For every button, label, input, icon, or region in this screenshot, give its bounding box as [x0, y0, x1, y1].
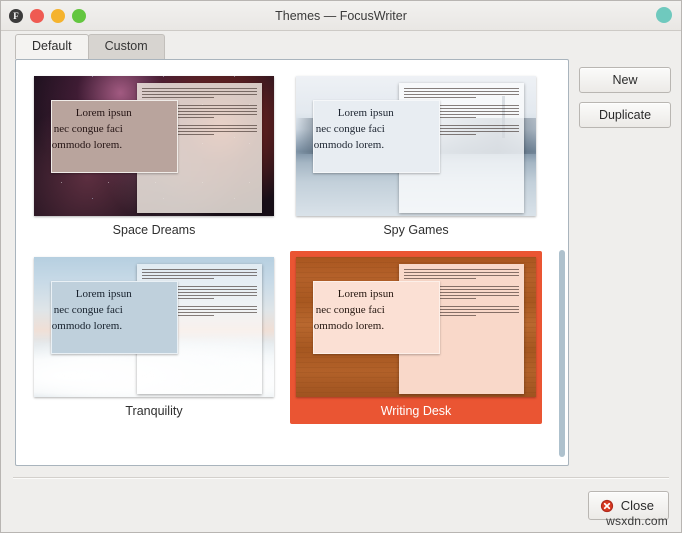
maximize-window-icon[interactable]	[72, 8, 86, 23]
theme-thumbnail: Lorem ipsun nec congue faci ommodo lorem…	[34, 257, 274, 397]
theme-actions: New Duplicate	[579, 59, 671, 466]
theme-list-scrollbar[interactable]	[559, 250, 565, 457]
minimize-window-icon[interactable]	[51, 8, 65, 23]
theme-name-label: Writing Desk	[380, 404, 452, 418]
themes-dialog-window: F Themes — FocusWriter Default Custom Lo…	[0, 0, 682, 533]
duplicate-theme-button[interactable]: Duplicate	[579, 102, 671, 128]
theme-name-label: Space Dreams	[112, 223, 196, 237]
dialog-footer: Close wsxdn.com	[1, 466, 681, 532]
theme-thumbnail: Lorem ipsun nec congue faci ommodo lorem…	[296, 257, 536, 397]
watermark: wsxdn.com	[606, 514, 668, 528]
tab-bar: Default Custom	[1, 31, 681, 59]
theme-sample-text: Lorem ipsun nec congue faci ommodo lorem…	[50, 99, 178, 173]
theme-sample-text: Lorem ipsun nec congue faci ommodo lorem…	[312, 99, 440, 173]
theme-name-label: Spy Games	[383, 223, 449, 237]
theme-item-tranquility[interactable]: Lorem ipsun nec congue faci ommodo lorem…	[28, 251, 280, 424]
theme-item-spy-games[interactable]: Lorem ipsun nec congue faci ommodo lorem…	[290, 70, 542, 243]
close-window-icon[interactable]	[30, 8, 44, 23]
tab-custom[interactable]: Custom	[87, 34, 165, 59]
tab-default[interactable]: Default	[15, 34, 89, 59]
theme-name-label: Tranquility	[125, 404, 183, 418]
theme-item-writing-desk[interactable]: Lorem ipsun nec congue faci ommodo lorem…	[290, 251, 542, 424]
close-button-label: Close	[620, 498, 654, 513]
theme-item-space-dreams[interactable]: Lorem ipsun nec congue faci ommodo lorem…	[28, 70, 280, 243]
close-icon	[600, 499, 613, 512]
window-title: Themes — FocusWriter	[275, 8, 407, 23]
scrollbar-thumb[interactable]	[559, 250, 565, 457]
theme-list-panel[interactable]: Lorem ipsun nec congue faci ommodo lorem…	[15, 59, 569, 466]
dialog-body: Lorem ipsun nec congue faci ommodo lorem…	[1, 59, 681, 466]
app-logo-icon: F	[9, 8, 23, 23]
title-bar: F Themes — FocusWriter	[1, 1, 681, 31]
theme-sample-text: Lorem ipsun nec congue faci ommodo lorem…	[312, 280, 440, 354]
theme-thumbnail: Lorem ipsun nec congue faci ommodo lorem…	[34, 76, 274, 216]
footer-separator	[13, 477, 669, 479]
theme-thumbnail: Lorem ipsun nec congue faci ommodo lorem…	[296, 76, 536, 216]
theme-grid: Lorem ipsun nec congue faci ommodo lorem…	[16, 60, 568, 465]
window-controls: F	[1, 8, 86, 23]
theme-sample-text: Lorem ipsun nec congue faci ommodo lorem…	[50, 280, 178, 354]
new-theme-button[interactable]: New	[579, 67, 671, 93]
status-indicator-icon[interactable]	[656, 7, 672, 23]
